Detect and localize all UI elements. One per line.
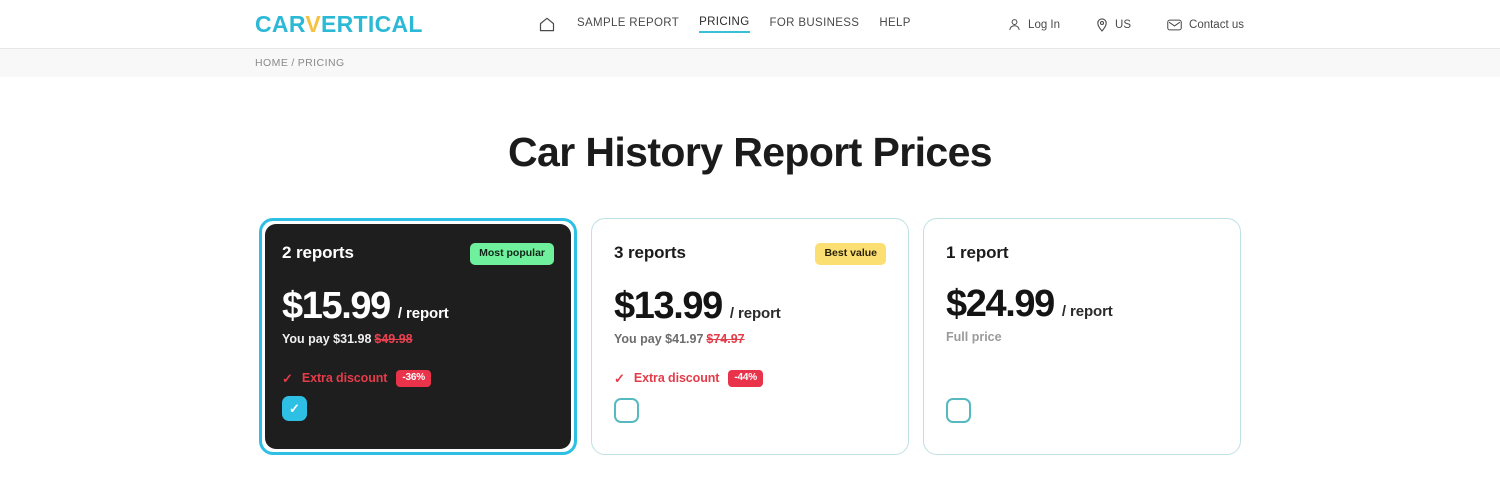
card-title: 3 reports [614,243,686,262]
card-select-checkbox[interactable]: ✓ [946,398,971,423]
card-discount-row: ✓ Extra discount -36% [282,369,554,387]
page-title: Car History Report Prices [507,129,993,175]
card-full-price-label: Full price [946,330,1002,344]
breadcrumb: HOME / PRICING [255,57,345,69]
breadcrumb-separator: / [291,57,295,69]
nav-item-help[interactable]: HELP [879,17,910,32]
nav-item-for-business[interactable]: FOR BUSINESS [770,17,860,32]
card-content: 3 reports Best value $13.99 / report You… [614,243,886,387]
card-old-price: $74.97 [706,331,745,346]
user-icon [1008,18,1021,31]
card-old-price: $49.98 [374,331,413,346]
card-header: 1 report [946,243,1218,263]
card-discount-label: Extra discount [633,371,720,385]
main-navigation: SAMPLE REPORT PRICING FOR BUSINESS HELP [537,0,911,49]
check-icon: ✓ [282,370,293,386]
card-content: 2 reports Most popular $15.99 / report Y… [282,243,554,387]
breadcrumb-home[interactable]: HOME [255,57,288,69]
card-title: 1 report [946,243,1009,262]
nav-item-sample-report[interactable]: SAMPLE REPORT [577,17,679,32]
logo-prefix: CAR [255,11,306,37]
card-you-pay: You pay $41.97 [614,331,704,346]
contact-us-button[interactable]: Contact us [1167,19,1244,31]
card-price-unit: / report [729,304,781,322]
checkmark-icon: ✓ [289,401,300,416]
pricing-cards-row: 2 reports Most popular $15.99 / report Y… [0,218,1500,455]
card-price-row: $24.99 / report [946,285,1218,323]
pricing-card-2-reports[interactable]: 2 reports Most popular $15.99 / report Y… [259,218,577,455]
card-price-unit: / report [397,304,449,322]
card-price-row: $13.99 / report [614,287,886,325]
card-badge-best-value: Best value [815,243,886,265]
card-header: 2 reports Most popular [282,243,554,265]
carvertical-logo[interactable]: CARVERTICAL [255,13,423,36]
home-icon[interactable] [537,15,557,35]
card-discount-badge: -36% [396,369,431,387]
site-header: CARVERTICAL SAMPLE REPORT PRICING FOR BU… [0,0,1500,49]
card-price-row: $15.99 / report [282,287,554,325]
nav-item-pricing[interactable]: PRICING [699,16,750,33]
card-price: $15.99 [282,284,391,327]
pricing-card-3-reports[interactable]: 3 reports Best value $13.99 / report You… [591,218,909,455]
login-label: Log In [1028,18,1061,31]
card-badge-most-popular: Most popular [470,243,554,265]
country-label: US [1115,18,1132,31]
card-discount-label: Extra discount [301,371,388,385]
logo-accent-letter: V [305,11,321,37]
country-selector[interactable]: US [1096,17,1132,32]
contact-label: Contact us [1189,18,1244,31]
card-price: $24.99 [946,283,1055,325]
card-discount-row: ✓ Extra discount -44% [614,369,886,387]
card-header: 3 reports Best value [614,243,886,265]
card-you-pay: You pay $31.98 [282,331,372,346]
card-select-checkbox[interactable]: ✓ [614,398,639,423]
card-select-checkbox[interactable]: ✓ [282,396,307,421]
login-button[interactable]: Log In [1008,18,1060,31]
card-price-unit: / report [1061,303,1113,320]
envelope-icon [1167,19,1182,31]
card-subprice: You pay $31.98 $49.98 [282,332,554,346]
location-pin-icon [1096,17,1108,32]
breadcrumb-current: PRICING [297,57,345,69]
check-icon: ✓ [614,370,625,386]
card-title: 2 reports [282,243,354,262]
card-price: $13.99 [614,284,723,327]
card-subprice: You pay $41.97 $74.97 [614,332,886,346]
card-content: 1 report $24.99 / report Full price [946,243,1218,344]
breadcrumb-bar: HOME / PRICING [0,49,1500,77]
header-right-actions: Log In US Contact us [1008,0,1244,49]
pricing-card-1-report[interactable]: 1 report $24.99 / report Full price ✓ [923,218,1241,455]
card-discount-badge: -44% [728,369,763,387]
logo-suffix: ERTICAL [320,11,423,37]
